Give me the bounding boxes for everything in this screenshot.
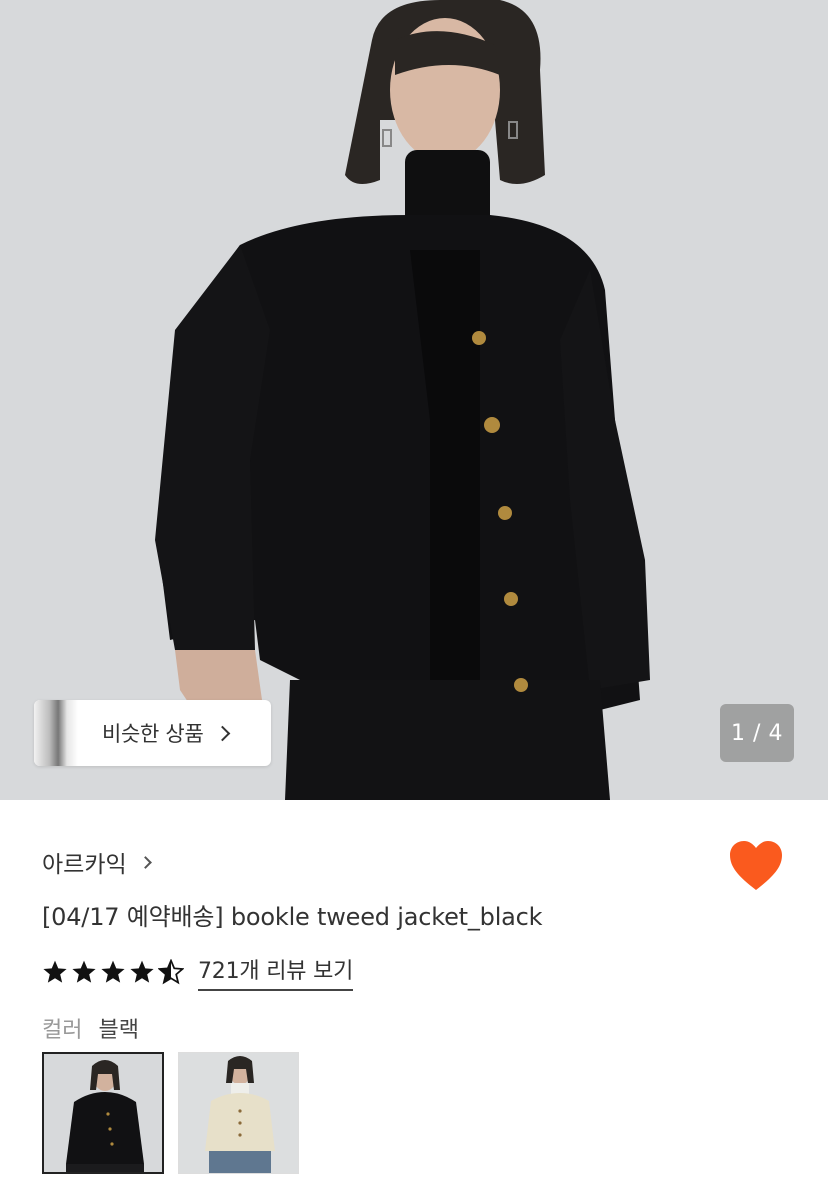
product-image[interactable]: 비슷한 상품 1 / 4 xyxy=(0,0,828,800)
review-link[interactable]: 721개 리뷰 보기 xyxy=(198,953,353,991)
similar-products-button[interactable]: 비슷한 상품 xyxy=(34,700,271,766)
ivory-jacket-thumbnail xyxy=(179,1053,298,1173)
chevron-right-icon xyxy=(215,725,231,741)
star-icon xyxy=(130,960,154,983)
rating-row: 721개 리뷰 보기 xyxy=(42,953,353,991)
color-selector-label: 컬러 블랙 xyxy=(42,1012,139,1044)
rating-stars xyxy=(42,959,184,985)
black-jacket-thumbnail xyxy=(44,1054,162,1172)
brand-link[interactable]: 아르카익 xyxy=(42,845,152,879)
color-label: 컬러 xyxy=(42,1018,83,1043)
star-icon xyxy=(43,960,67,983)
heart-icon[interactable] xyxy=(728,840,784,892)
similar-product-thumbnail xyxy=(34,700,78,766)
star-icon xyxy=(72,960,96,983)
model-photo xyxy=(0,0,828,800)
chevron-right-icon xyxy=(138,855,152,869)
color-option-ivory[interactable] xyxy=(178,1052,299,1174)
color-option-black[interactable] xyxy=(42,1052,164,1174)
brand-name: 아르카익 xyxy=(42,852,127,878)
product-title: [04/17 예약배송] bookle tweed jacket_black xyxy=(42,903,543,931)
star-half-icon xyxy=(158,959,184,985)
similar-products-label: 비슷한 상품 xyxy=(102,722,204,746)
star-icon xyxy=(101,960,125,983)
color-swatches xyxy=(42,1052,299,1174)
image-counter: 1 / 4 xyxy=(720,704,794,762)
color-value: 블랙 xyxy=(98,1018,139,1043)
